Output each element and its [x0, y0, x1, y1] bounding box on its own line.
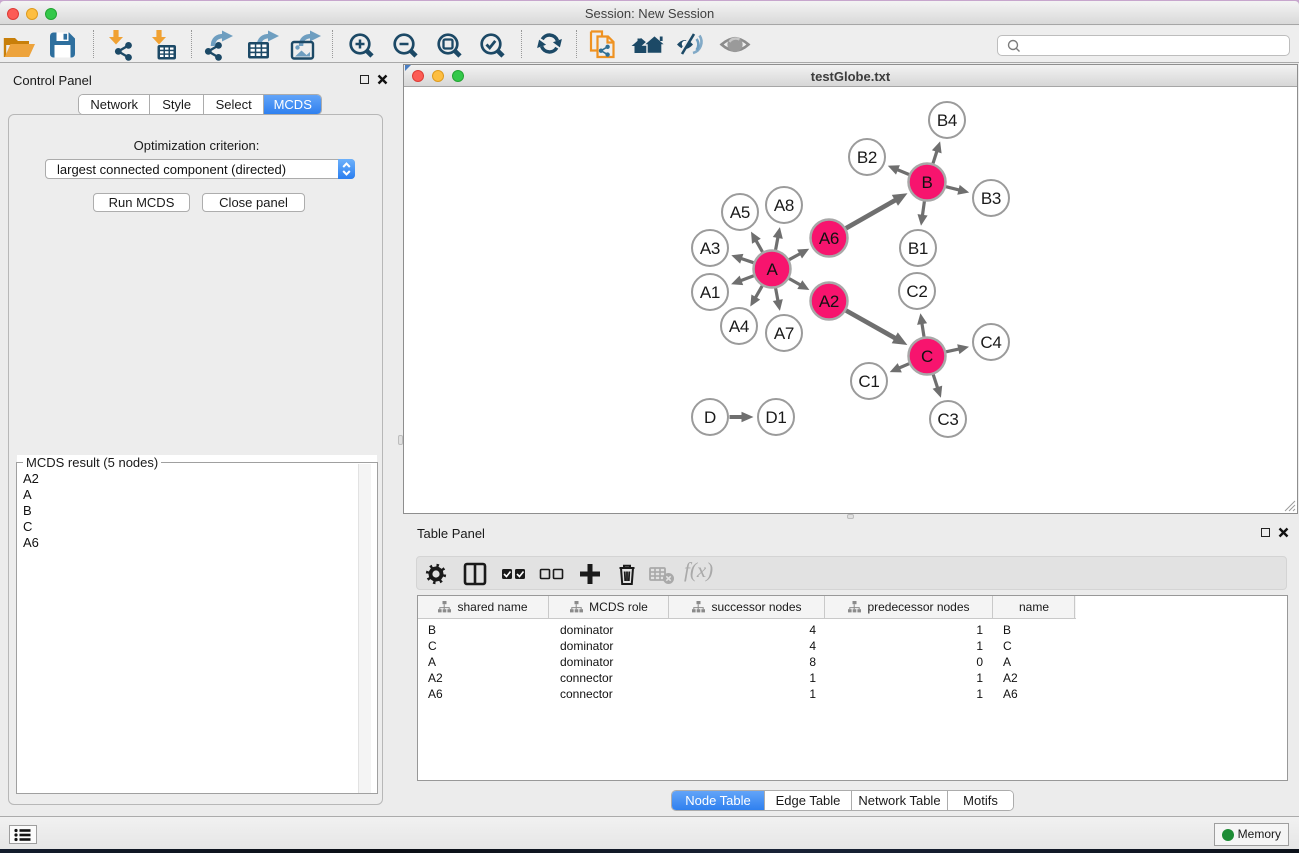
svg-text:A3: A3 [700, 239, 720, 258]
svg-text:D: D [704, 408, 716, 427]
svg-text:B: B [921, 173, 932, 192]
svg-text:A: A [766, 260, 778, 279]
svg-text:A2: A2 [819, 292, 839, 311]
svg-text:A1: A1 [700, 283, 720, 302]
svg-text:A8: A8 [774, 196, 794, 215]
svg-text:C4: C4 [980, 333, 1001, 352]
svg-text:C1: C1 [858, 372, 879, 391]
svg-text:A6: A6 [819, 229, 839, 248]
svg-text:B3: B3 [981, 189, 1001, 208]
svg-text:B4: B4 [937, 111, 957, 130]
svg-text:A7: A7 [774, 324, 794, 343]
svg-text:A5: A5 [730, 203, 750, 222]
svg-text:A4: A4 [729, 317, 749, 336]
svg-text:C: C [921, 347, 933, 366]
svg-text:D1: D1 [765, 408, 786, 427]
svg-text:B1: B1 [908, 239, 928, 258]
svg-text:C2: C2 [906, 282, 927, 301]
svg-text:B2: B2 [857, 148, 877, 167]
svg-text:C3: C3 [937, 410, 958, 429]
